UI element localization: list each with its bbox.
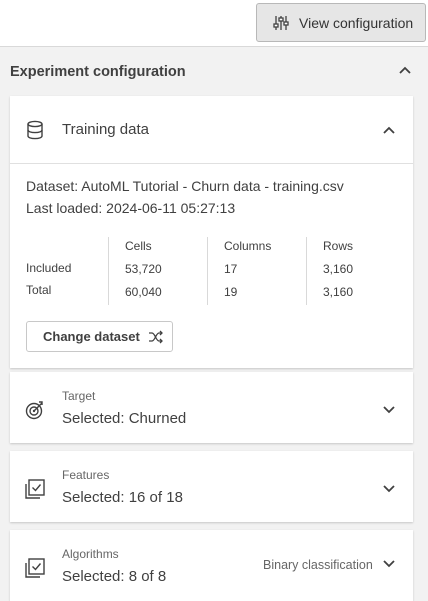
view-configuration-label: View configuration xyxy=(299,14,414,31)
chevron-up-icon[interactable] xyxy=(398,65,412,75)
row-label: Total xyxy=(26,283,52,297)
database-icon xyxy=(27,120,43,140)
row-label: Included xyxy=(26,261,72,275)
column-header: Columns xyxy=(224,239,272,253)
divider xyxy=(108,237,109,305)
top-bar: View configuration xyxy=(0,0,428,47)
table-cell: 17 xyxy=(224,262,238,276)
last-loaded: Last loaded: 2024-06-11 05:27:13 xyxy=(26,200,236,216)
algorithms-model-type: Binary classification xyxy=(263,558,373,572)
algorithms-value: Selected: 8 of 8 xyxy=(62,568,167,585)
column-header: Rows xyxy=(323,239,354,253)
target-label: Target xyxy=(62,389,96,403)
training-data-header[interactable]: Training data xyxy=(10,96,413,163)
table-cell: 60,040 xyxy=(125,285,162,299)
table-cell: 19 xyxy=(224,285,238,299)
target-value: Selected: Churned xyxy=(62,410,187,427)
sliders-icon xyxy=(273,15,289,30)
target-icon xyxy=(25,401,43,420)
shuffle-icon xyxy=(148,330,163,343)
column-header: Cells xyxy=(125,239,152,253)
algorithms-card[interactable]: Algorithms Selected: 8 of 8 Binary class… xyxy=(10,530,413,601)
dataset-stats-table: Cells Columns Rows Included 53,720 17 3,… xyxy=(26,237,396,305)
view-configuration-button[interactable]: View configuration xyxy=(256,3,426,42)
chevron-up-icon[interactable] xyxy=(382,125,396,135)
table-cell: 53,720 xyxy=(125,262,162,276)
change-dataset-label: Change dataset xyxy=(43,329,140,344)
training-data-card: Training data Dataset: AutoML Tutorial -… xyxy=(10,96,413,368)
features-card[interactable]: Features Selected: 16 of 18 xyxy=(10,451,413,522)
chevron-down-icon[interactable] xyxy=(382,484,396,494)
checklist-icon xyxy=(25,479,45,499)
experiment-configuration-panel: Experiment configuration Training data D… xyxy=(0,47,428,601)
change-dataset-button[interactable]: Change dataset xyxy=(26,321,173,352)
table-cell: 3,160 xyxy=(323,262,354,276)
training-data-title: Training data xyxy=(62,121,149,138)
features-value: Selected: 16 of 18 xyxy=(62,489,183,506)
features-label: Features xyxy=(62,468,110,482)
panel-title: Experiment configuration xyxy=(10,64,186,80)
chevron-down-icon[interactable] xyxy=(382,405,396,415)
dataset-name: Dataset: AutoML Tutorial - Churn data - … xyxy=(26,178,344,194)
training-data-body: Dataset: AutoML Tutorial - Churn data - … xyxy=(10,163,413,368)
chevron-down-icon[interactable] xyxy=(382,559,396,569)
checklist-icon xyxy=(25,558,45,578)
divider xyxy=(207,237,208,305)
target-card[interactable]: Target Selected: Churned xyxy=(10,372,413,443)
divider xyxy=(306,237,307,305)
algorithms-label: Algorithms xyxy=(62,547,119,561)
table-cell: 3,160 xyxy=(323,285,354,299)
